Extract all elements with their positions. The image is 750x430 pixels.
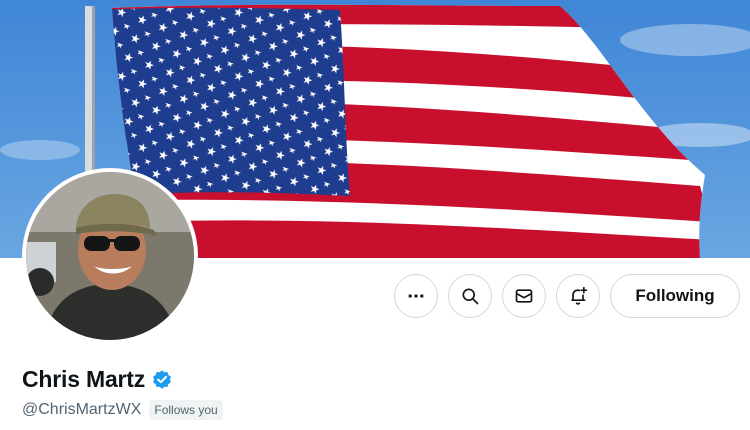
handle: @ChrisMartzWX — [22, 401, 142, 418]
follows-you-badge: Follows you — [149, 400, 223, 420]
search-button[interactable] — [448, 274, 492, 318]
verified-check-icon — [153, 369, 171, 389]
search-icon — [462, 288, 479, 305]
message-button[interactable] — [502, 274, 546, 318]
envelope-icon — [515, 289, 533, 303]
display-name: Chris Martz — [22, 366, 146, 392]
notifications-button[interactable] — [556, 274, 600, 318]
profile-actions: Following — [394, 274, 740, 318]
bell-plus-icon — [571, 286, 588, 305]
more-button[interactable] — [394, 274, 438, 318]
handle-row: @ChrisMartzWX Follows you — [22, 400, 223, 420]
name-row: Chris Martz — [22, 366, 173, 393]
more-icon — [408, 294, 424, 298]
following-label: Following — [635, 286, 715, 305]
avatar[interactable] — [22, 168, 198, 344]
avatar-image — [26, 172, 194, 340]
following-button[interactable]: Following — [610, 274, 740, 318]
verified-badge[interactable] — [151, 369, 173, 391]
